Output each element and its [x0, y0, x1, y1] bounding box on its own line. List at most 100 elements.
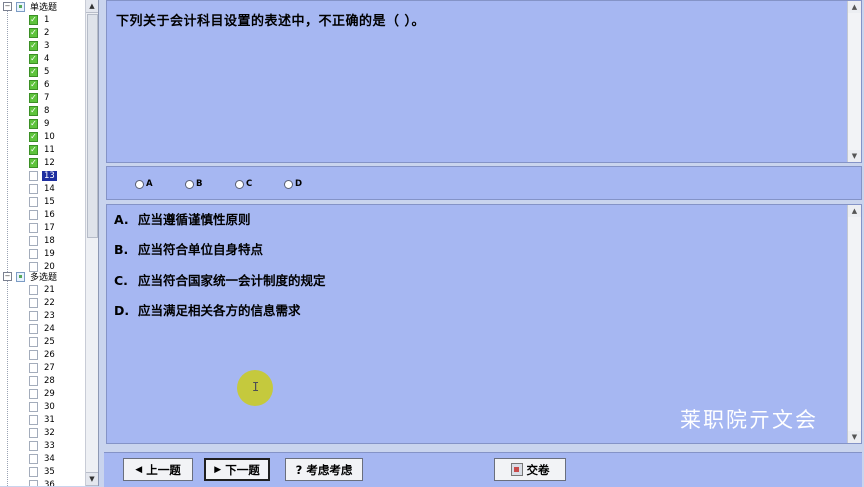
tree-item-question[interactable]: ✓ 2	[29, 26, 50, 39]
tree-item-question[interactable]: 25	[29, 335, 56, 348]
tree-item-question[interactable]: 21	[29, 283, 56, 296]
question-number: 23	[44, 310, 55, 321]
option-radio-b[interactable]: B	[185, 179, 202, 189]
question-number: 10	[44, 131, 55, 142]
tree-item-question[interactable]: ✓ 9	[29, 117, 50, 130]
question-number: 4	[44, 53, 50, 64]
page-icon	[29, 297, 38, 308]
question-number: 22	[44, 297, 55, 308]
scroll-up-icon[interactable]: ▲	[848, 1, 861, 13]
tree-item-question[interactable]: ✓ 7	[29, 91, 50, 104]
question-number: 32	[44, 427, 55, 438]
page-icon	[29, 466, 38, 477]
collapse-icon[interactable]: −	[3, 2, 12, 11]
tree-item-question[interactable]: ✓ 8	[29, 104, 50, 117]
page-icon	[29, 388, 38, 399]
tree-item-question[interactable]: 17	[29, 221, 56, 234]
question-number: 2	[44, 27, 50, 38]
tree-scrollbar[interactable]: ▲ ▼	[85, 0, 98, 486]
question-number: 13	[42, 170, 57, 181]
question-number: 36	[44, 479, 55, 487]
tree-item-question[interactable]: 14	[29, 182, 56, 195]
answers-scrollbar[interactable]: ▲ ▼	[847, 205, 861, 443]
question-number: 14	[44, 183, 55, 194]
question-number: 21	[44, 284, 55, 295]
tree-group-multi[interactable]: − 多选题	[0, 270, 57, 283]
text-cursor-icon: I	[252, 380, 260, 394]
question-number: 34	[44, 453, 55, 464]
watermark: 莱职院亓文会	[680, 408, 818, 432]
tree-item-question[interactable]: 33	[29, 439, 56, 452]
question-number: 27	[44, 362, 55, 373]
tree-item-question[interactable]: 29	[29, 387, 56, 400]
tree-item-question[interactable]: 31	[29, 413, 56, 426]
question-number: 18	[44, 235, 55, 246]
choice-letter: B.	[114, 242, 129, 257]
tree-item-question[interactable]: ✓ 10	[29, 130, 56, 143]
choice-text: 应当符合单位自身特点	[138, 242, 264, 257]
tree-item-question[interactable]: 30	[29, 400, 56, 413]
radio-icon[interactable]	[235, 179, 244, 189]
tree-item-question[interactable]: 36	[29, 478, 56, 486]
tree-item-question[interactable]: 35	[29, 465, 56, 478]
option-radio-c[interactable]: C	[235, 179, 252, 189]
previous-question-button[interactable]: ◀ 上一题	[123, 458, 193, 481]
tree-item-question[interactable]: 15	[29, 195, 56, 208]
page-icon	[29, 310, 38, 321]
tree-item-question[interactable]: 27	[29, 361, 56, 374]
collapse-icon[interactable]: −	[3, 272, 12, 281]
next-question-button[interactable]: ▶ 下一题	[204, 458, 270, 481]
question-number: 9	[44, 118, 50, 129]
scroll-thumb[interactable]	[87, 14, 98, 238]
question-number: 3	[44, 40, 50, 51]
tree-item-question[interactable]: 13	[29, 169, 57, 182]
radio-icon[interactable]	[185, 179, 194, 189]
tree-item-question[interactable]: 28	[29, 374, 56, 387]
checked-icon: ✓	[29, 40, 38, 51]
scroll-up-icon[interactable]: ▲	[848, 205, 861, 217]
question-scrollbar[interactable]: ▲ ▼	[847, 1, 861, 162]
tree-item-question[interactable]: 32	[29, 426, 56, 439]
choice-text: 应当遵循谨慎性原则	[138, 212, 251, 227]
option-radio-d[interactable]: D	[284, 179, 302, 189]
question-number: 11	[44, 144, 55, 155]
mark-for-review-button[interactable]: ? 考虑考虑	[285, 458, 363, 481]
tree-item-question[interactable]: ✓ 12	[29, 156, 56, 169]
tree-item-question[interactable]: ✓ 3	[29, 39, 50, 52]
tree-group-single[interactable]: − 单选题	[0, 0, 57, 13]
page-icon	[29, 375, 38, 386]
option-radio-a[interactable]: A	[135, 179, 153, 189]
option-label: C	[246, 179, 253, 189]
tree-item-question[interactable]: 26	[29, 348, 56, 361]
tree-item-question[interactable]: 22	[29, 296, 56, 309]
tree-item-question[interactable]: 19	[29, 247, 56, 260]
checked-icon: ✓	[29, 131, 38, 142]
tree-item-question[interactable]: ✓ 1	[29, 13, 50, 26]
tree-item-question[interactable]: 24	[29, 322, 56, 335]
scroll-down-icon[interactable]: ▼	[848, 150, 861, 162]
question-number: 8	[44, 105, 50, 116]
choice-text: 应当满足相关各方的信息需求	[138, 303, 301, 318]
checked-icon: ✓	[29, 53, 38, 64]
option-label: D	[295, 179, 303, 189]
tree-item-question[interactable]: 18	[29, 234, 56, 247]
tree-item-question[interactable]: 16	[29, 208, 56, 221]
question-number: 12	[44, 157, 55, 168]
radio-icon[interactable]	[135, 179, 144, 189]
scroll-down-icon[interactable]: ▼	[848, 431, 861, 443]
cursor-highlight: I	[237, 370, 273, 406]
checked-icon: ✓	[29, 14, 38, 25]
radio-icon[interactable]	[284, 179, 293, 189]
tree-item-question[interactable]: ✓ 5	[29, 65, 50, 78]
answer-options-bar: A B C D	[106, 166, 862, 200]
tree-item-question[interactable]: ✓ 11	[29, 143, 56, 156]
submit-exam-button[interactable]: 交卷	[494, 458, 566, 481]
tree-item-question[interactable]: ✓ 6	[29, 78, 50, 91]
choice-letter: D.	[114, 303, 130, 318]
scroll-up-icon[interactable]: ▲	[86, 0, 98, 13]
page-icon	[29, 323, 38, 334]
tree-item-question[interactable]: ✓ 4	[29, 52, 50, 65]
tree-item-question[interactable]: 23	[29, 309, 56, 322]
scroll-down-icon[interactable]: ▼	[86, 472, 98, 486]
tree-item-question[interactable]: 34	[29, 452, 56, 465]
